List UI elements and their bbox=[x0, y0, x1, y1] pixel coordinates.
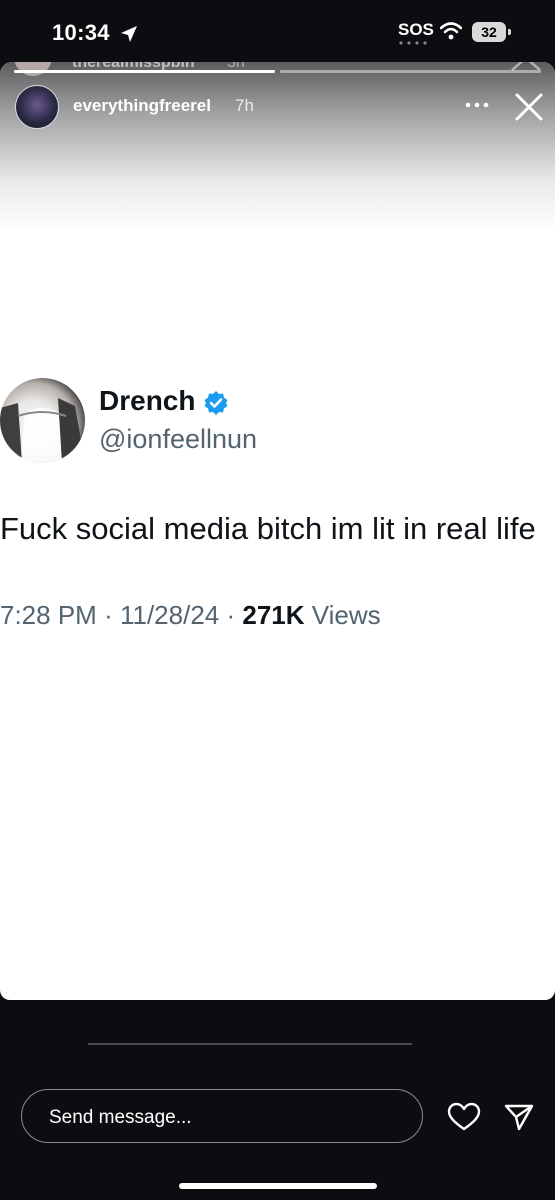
battery-cap bbox=[508, 29, 511, 35]
send-message-placeholder: Send message... bbox=[49, 1107, 192, 1128]
more-icon[interactable] bbox=[464, 98, 490, 112]
tweet-author-handle: @ionfeellnun bbox=[99, 424, 258, 454]
heart-icon[interactable] bbox=[447, 1102, 481, 1132]
signal-dots-icon bbox=[399, 41, 427, 45]
tweet-views-label: Views bbox=[311, 600, 381, 630]
send-message-input[interactable]: Send message... bbox=[21, 1089, 423, 1143]
send-icon[interactable] bbox=[504, 1103, 534, 1131]
status-time: 10:34 bbox=[52, 20, 110, 45]
tweet-author-name: Drench bbox=[99, 385, 196, 416]
tweet-date: 11/28/24 bbox=[119, 600, 220, 630]
story-time: 7h bbox=[235, 96, 254, 115]
avatar-photo-icon bbox=[0, 398, 85, 463]
location-arrow-icon bbox=[121, 26, 137, 42]
battery-level: 32 bbox=[472, 22, 506, 42]
tweet-views-count: 271K bbox=[242, 600, 305, 630]
story-header-gradient bbox=[0, 62, 555, 232]
status-bar: 10:34 SOS 32 bbox=[0, 0, 555, 62]
meta-separator: · bbox=[226, 600, 236, 630]
sos-indicator: SOS bbox=[398, 20, 434, 39]
story-progress-fill-1 bbox=[14, 70, 275, 73]
story-user-avatar[interactable] bbox=[15, 85, 59, 129]
home-indicator[interactable] bbox=[179, 1183, 377, 1189]
tweet-text: Fuck social media bitch im lit in real l… bbox=[0, 511, 536, 546]
story-card[interactable]: therealmisspbin 3h everythingfreerel 7h … bbox=[0, 62, 555, 1000]
tweet-time: 7:28 PM bbox=[0, 600, 97, 630]
reply-sheet-handle bbox=[88, 1043, 412, 1045]
battery-icon: 32 bbox=[472, 22, 511, 42]
close-icon[interactable] bbox=[514, 92, 544, 122]
wifi-icon bbox=[440, 22, 462, 40]
story-progress-1 bbox=[14, 70, 275, 73]
story-progress-2 bbox=[280, 70, 541, 73]
meta-separator: · bbox=[104, 600, 113, 630]
tweet-author-avatar bbox=[0, 378, 85, 463]
verified-badge-icon bbox=[204, 391, 228, 415]
tweet-meta: 7:28 PM · 11/28/24 · 271K Views bbox=[0, 600, 381, 631]
story-username[interactable]: everythingfreerel bbox=[73, 96, 211, 116]
